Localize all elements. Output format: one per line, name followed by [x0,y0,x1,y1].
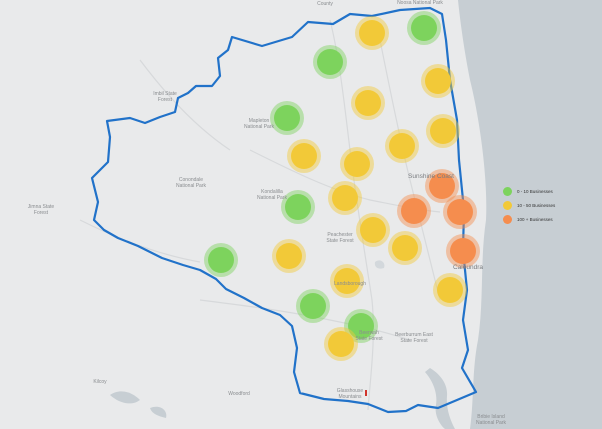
cluster-marker-mid[interactable] [272,239,306,273]
cluster-marker-mid[interactable] [433,273,467,307]
cluster-marker-low[interactable] [313,45,347,79]
legend-item-low: 0 - 10 Businesses [503,184,583,198]
cluster-marker-mid[interactable] [351,86,385,120]
legend-swatch-high [503,214,512,224]
lake [110,391,140,404]
cluster-marker-high[interactable] [443,195,477,229]
legend-item-high: 100 + Businesses [503,212,583,226]
lake [150,406,167,418]
cluster-marker-low[interactable] [407,11,441,45]
cluster-marker-mid[interactable] [421,64,455,98]
cluster-marker-low[interactable] [270,101,304,135]
cluster-layer [204,11,480,361]
map-canvas[interactable]: Sunshine Coast Caloundra Peachester Stat… [0,0,602,429]
cluster-marker-low[interactable] [296,289,330,323]
cluster-marker-mid[interactable] [355,16,389,50]
legend-label: 10 - 50 Businesses [517,202,556,208]
cluster-marker-low[interactable] [204,243,238,277]
cluster-marker-mid[interactable] [328,181,362,215]
cluster-marker-mid[interactable] [287,139,321,173]
cluster-marker-mid[interactable] [426,114,460,148]
cluster-marker-mid[interactable] [356,213,390,247]
legend: 0 - 10 Businesses 10 - 50 Businesses 100… [503,184,583,226]
cluster-marker-high[interactable] [397,194,431,228]
cluster-marker-mid[interactable] [340,147,374,181]
legend-item-mid: 10 - 50 Businesses [503,198,583,212]
legend-label: 100 + Businesses [517,216,553,222]
location-marker [365,390,367,396]
cluster-marker-mid[interactable] [330,264,364,298]
lake [374,260,385,269]
cluster-marker-high[interactable] [446,234,480,268]
cluster-marker-low[interactable] [281,190,315,224]
legend-swatch-low [503,186,512,196]
cluster-marker-mid[interactable] [385,129,419,163]
cluster-marker-mid[interactable] [388,231,422,265]
legend-label: 0 - 10 Businesses [517,188,553,194]
passage-water [425,368,455,429]
roads [79,19,441,411]
cluster-marker-mid[interactable] [324,327,358,361]
legend-swatch-mid [503,200,512,210]
